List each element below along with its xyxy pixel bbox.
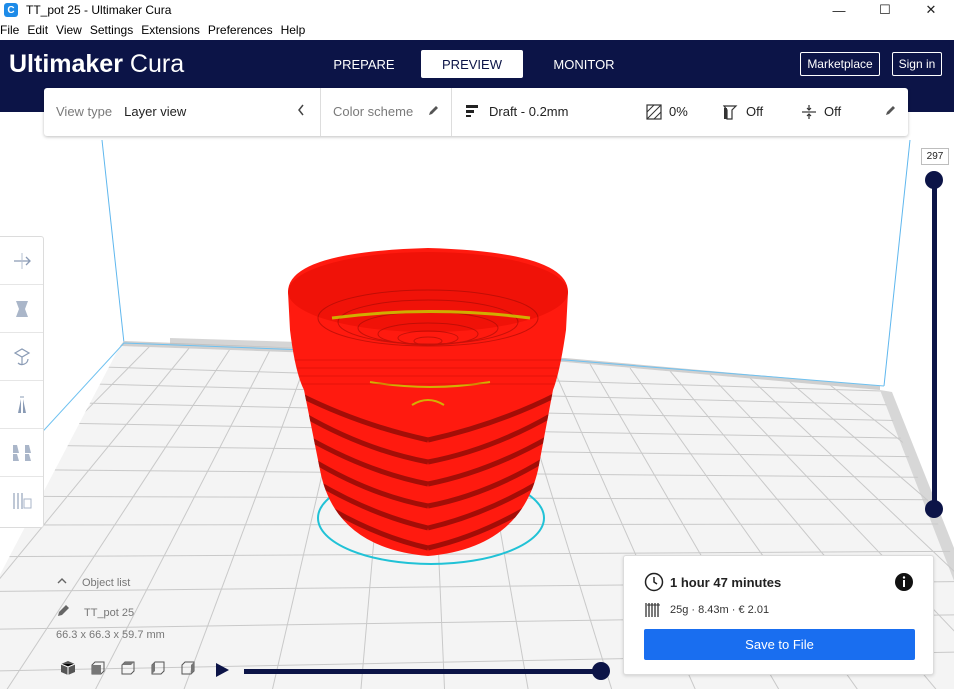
3d-view-button[interactable]: [58, 659, 78, 677]
tab-preview[interactable]: PREVIEW: [421, 50, 523, 78]
layer-slider-lower-handle[interactable]: [925, 500, 943, 518]
support-value: Off: [746, 104, 764, 119]
menu-settings[interactable]: Settings: [90, 23, 136, 37]
window-title: TT_pot 25 - Ultimaker Cura: [26, 3, 172, 17]
rotate-icon: [13, 347, 30, 365]
adhesion-value: Off: [824, 104, 842, 119]
sign-in-button[interactable]: Sign in: [892, 52, 942, 76]
per-model-settings-icon: [12, 444, 31, 461]
move-icon: [13, 252, 31, 269]
window-controls: — ☐ ✕: [816, 0, 954, 20]
infill-setting[interactable]: 0%: [669, 104, 688, 119]
layer-slider-upper-handle[interactable]: [925, 171, 943, 189]
view-type-value: Layer view: [124, 104, 187, 119]
scale-tool-button[interactable]: [0, 285, 43, 333]
camera-view-buttons: [58, 659, 198, 677]
per-model-settings-button[interactable]: [0, 429, 43, 477]
mirror-tool-button[interactable]: [0, 381, 43, 429]
color-scheme-button[interactable]: Color scheme: [333, 104, 413, 119]
move-tool-button[interactable]: [0, 237, 43, 285]
title-bar: C TT_pot 25 - Ultimaker Cura — ☐ ✕: [0, 0, 954, 20]
clock-icon: [644, 572, 664, 597]
support-blocker-button[interactable]: [0, 477, 43, 525]
info-icon[interactable]: [894, 572, 914, 597]
maximize-button[interactable]: ☐: [862, 0, 908, 20]
view-type-label: View type: [56, 104, 113, 119]
current-layer-badge[interactable]: 297: [921, 148, 949, 165]
tab-monitor[interactable]: MONITOR: [540, 50, 628, 78]
spool-icon: [644, 601, 662, 624]
ultimaker-cura-logo: Ultimaker Cura: [9, 50, 185, 78]
mirror-icon: [17, 396, 26, 413]
simulation-slider-track[interactable]: [244, 669, 602, 674]
cube-front-icon: [91, 661, 105, 675]
save-to-file-button[interactable]: Save to File: [644, 629, 915, 660]
left-view-button[interactable]: [148, 659, 168, 677]
cura-app-icon: C: [4, 3, 18, 17]
object-list-label: Object list: [82, 576, 131, 589]
view-settings-toolbar: View type Layer view Color scheme Draft …: [44, 88, 908, 136]
menu-edit[interactable]: Edit: [27, 23, 51, 37]
print-time: 1 hour 47 minutes: [670, 575, 782, 590]
right-view-button[interactable]: [178, 659, 198, 677]
simulation-slider-handle[interactable]: [592, 662, 610, 680]
object-name: TT_pot 25: [84, 606, 135, 619]
transform-tools-panel: [0, 236, 44, 528]
play-icon: [216, 663, 229, 677]
cube-top-icon: [121, 661, 135, 675]
cube-left-icon: [151, 661, 165, 675]
close-button[interactable]: ✕: [908, 0, 954, 20]
marketplace-button[interactable]: Marketplace: [800, 52, 880, 76]
rotate-tool-button[interactable]: [0, 333, 43, 381]
infill-icon: [646, 104, 662, 123]
infill-value: 0%: [669, 104, 688, 119]
tab-prepare[interactable]: PREPARE: [322, 50, 406, 78]
support-icon: [722, 104, 738, 123]
minimize-button[interactable]: —: [816, 0, 862, 20]
material-usage: 25g · 8.43m · € 2.01: [670, 604, 770, 616]
play-simulation-button[interactable]: [213, 661, 231, 684]
menu-help[interactable]: Help: [281, 23, 309, 37]
toolbar-divider: [320, 88, 321, 136]
support-blocker-icon: [12, 493, 31, 509]
adhesion-setting[interactable]: Off: [824, 104, 841, 119]
cube-3d-icon: [60, 661, 76, 675]
profile-icon: [466, 104, 480, 121]
pencil-icon[interactable]: [427, 105, 439, 120]
cube-right-icon: [181, 661, 195, 675]
menu-view[interactable]: View: [56, 23, 85, 37]
top-view-button[interactable]: [118, 659, 138, 677]
object-name-row: TT_pot 25: [56, 604, 134, 621]
adhesion-icon: [801, 104, 817, 123]
object-dimensions: 66.3 x 66.3 x 59.7 mm: [56, 629, 165, 641]
menu-bar: File Edit View Settings Extensions Prefe…: [0, 20, 954, 40]
toolbar-divider: [451, 88, 452, 136]
print-summary-card: 1 hour 47 minutes 25g · 8.43m · € 2.01 S…: [623, 555, 934, 675]
menu-extensions[interactable]: Extensions: [141, 23, 203, 37]
menu-preferences[interactable]: Preferences: [208, 23, 276, 37]
chevron-left-icon[interactable]: [296, 102, 306, 121]
print-profile-selector[interactable]: Draft - 0.2mm: [489, 104, 568, 119]
color-scheme-label: Color scheme: [333, 104, 414, 119]
front-view-button[interactable]: [88, 659, 108, 677]
menu-file[interactable]: File: [0, 23, 22, 37]
support-setting[interactable]: Off: [746, 104, 763, 119]
layer-slider-track[interactable]: [932, 180, 937, 510]
view-type-selector[interactable]: View type Layer view: [56, 104, 186, 119]
object-list-toggle[interactable]: Object list: [56, 576, 130, 589]
scale-icon: [15, 300, 28, 317]
pencil-icon[interactable]: [884, 105, 896, 120]
chevron-up-icon: [56, 576, 68, 589]
pencil-icon[interactable]: [56, 604, 70, 621]
print-profile-value: Draft - 0.2mm: [489, 104, 569, 119]
